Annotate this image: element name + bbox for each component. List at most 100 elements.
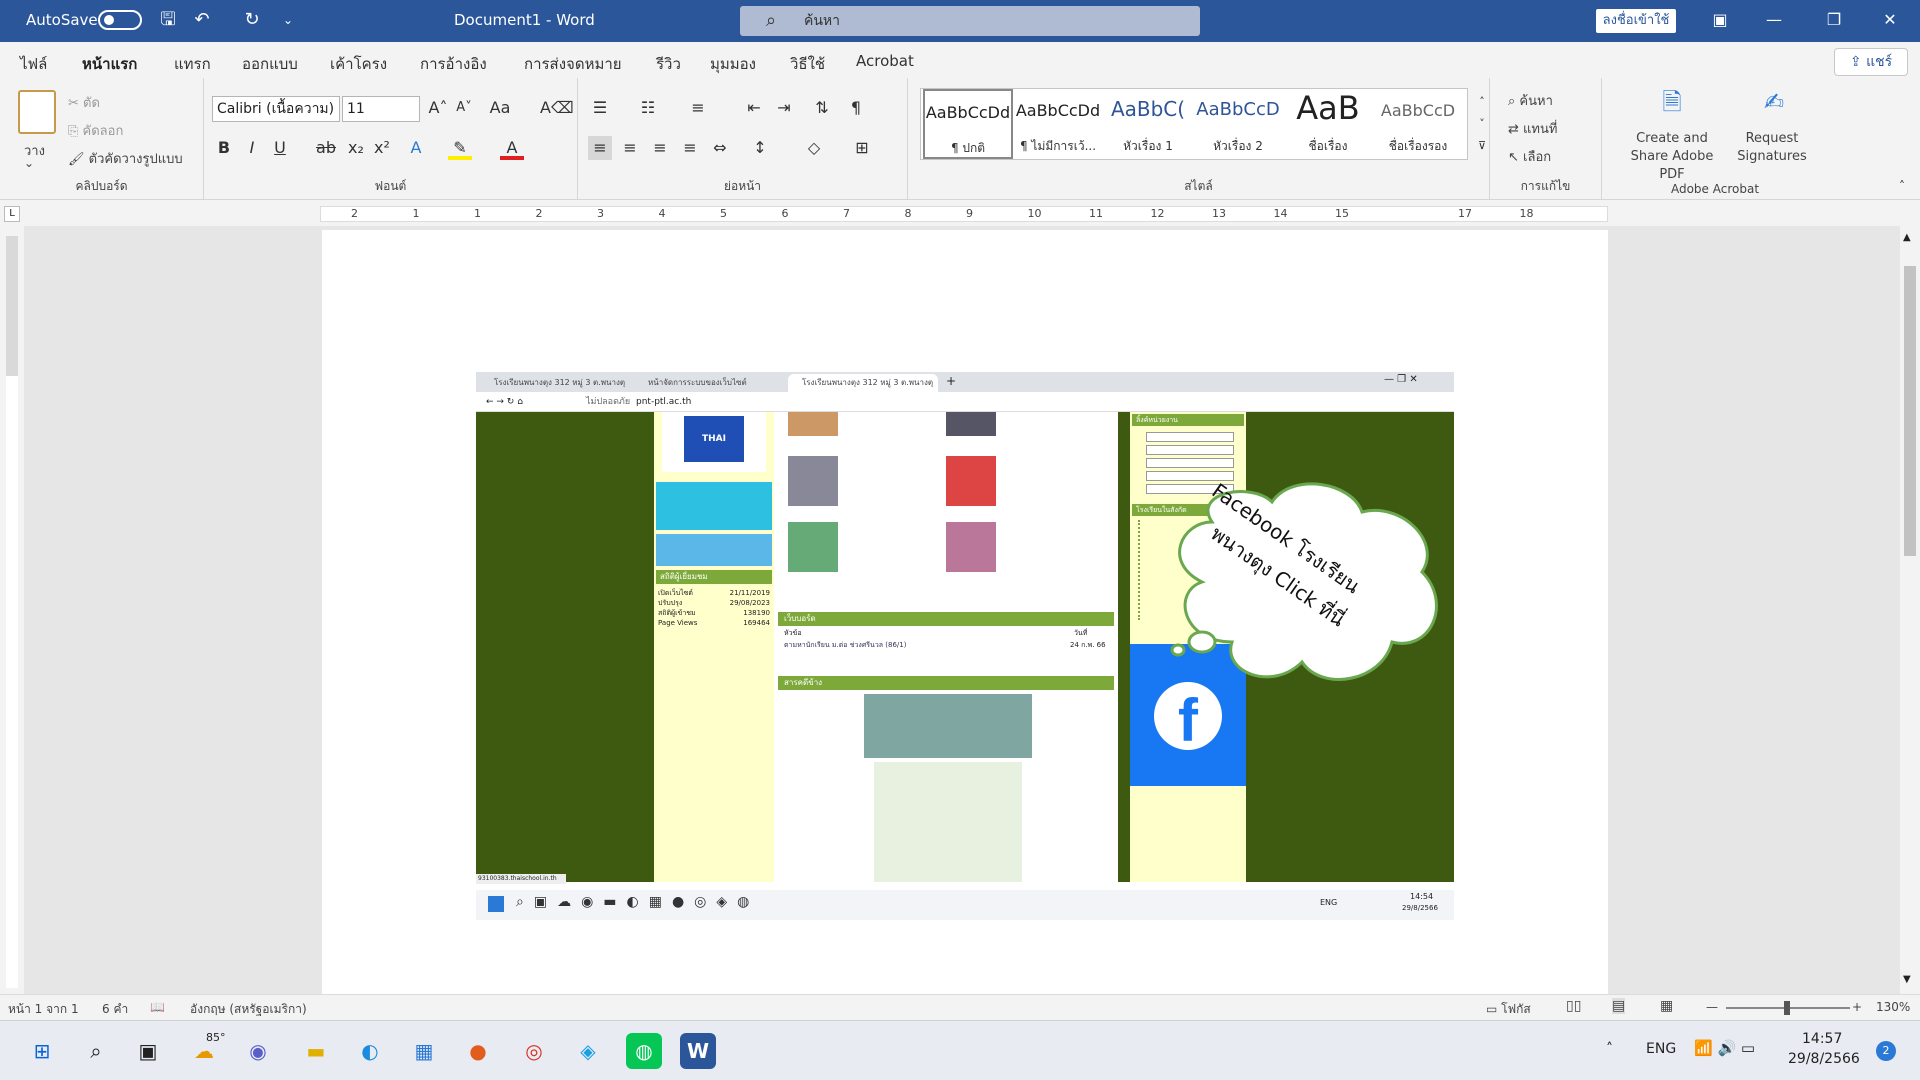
web-layout-icon[interactable]: ▦ (1660, 998, 1673, 1014)
browser-window-controls[interactable]: — ❐ ✕ (1384, 374, 1418, 385)
show-marks-icon[interactable]: ¶ (844, 96, 868, 120)
style-heading-2[interactable]: AaBbCcD หัวเรื่อง 2 (1193, 89, 1283, 159)
tab-design[interactable]: ออกแบบ (242, 52, 298, 76)
tab-home[interactable]: หน้าแรก (82, 52, 138, 84)
shading-icon[interactable]: ◇ (802, 136, 826, 160)
browser-nav-icons[interactable]: ← → ↻ ⌂ (486, 392, 523, 412)
page-count[interactable]: หน้า 1 จาก 1 (8, 1000, 79, 1019)
tab-help[interactable]: วิธีใช้ (790, 52, 825, 76)
focus-button[interactable]: ▭ โฟกัส (1486, 1000, 1531, 1019)
news-thumb[interactable] (946, 522, 996, 572)
word-icon[interactable]: W (680, 1033, 716, 1069)
news-poster[interactable] (864, 694, 1032, 758)
paste-dropdown-icon[interactable]: ⌄ (24, 156, 34, 170)
autosave-toggle[interactable] (98, 10, 142, 30)
print-layout-icon[interactable]: ▤ (1612, 998, 1626, 1014)
find-button[interactable]: ⌕ ค้นหา (1508, 90, 1553, 111)
language-indicator[interactable]: อังกฤษ (สหรัฐอเมริกา) (190, 1000, 307, 1019)
minimize-icon[interactable]: — (1760, 8, 1788, 32)
zoom-in-icon[interactable]: + (1852, 1000, 1862, 1014)
tab-mailings[interactable]: การส่งจดหมาย (524, 52, 622, 76)
signin-button[interactable]: ลงชื่อเข้าใช้ (1596, 9, 1676, 33)
tab-layout[interactable]: เค้าโครง (330, 52, 387, 76)
banner-image[interactable] (656, 482, 772, 530)
banner-image[interactable] (656, 534, 772, 566)
restore-icon[interactable]: ❐ (1820, 8, 1848, 32)
align-left-icon[interactable]: ≡ (588, 136, 612, 160)
sort-icon[interactable]: ⇅ (810, 96, 834, 120)
news-poster-photos[interactable] (874, 762, 1022, 882)
align-right-icon[interactable]: ≡ (648, 136, 672, 160)
redo-icon[interactable]: ↻ (240, 8, 264, 32)
superscript-icon[interactable]: x² (370, 136, 394, 160)
grow-font-icon[interactable]: A˄ (426, 96, 450, 120)
style-subtitle[interactable]: AaBbCcD ชื่อเรื่องรอง (1373, 89, 1463, 159)
embedded-screenshot[interactable]: โรงเรียนพนางตุง 312 หมู่ 3 ต.พนางตุ หน้า… (476, 372, 1454, 920)
clock-date[interactable]: 29/8/2566 (1788, 1051, 1860, 1067)
request-signatures-button[interactable]: Request Signatures (1732, 130, 1812, 166)
style-normal[interactable]: AaBbCcDd ¶ ปกติ (923, 89, 1013, 159)
style-no-spacing[interactable]: AaBbCcDd ¶ ไม่มีการเว้... (1013, 89, 1103, 159)
browser-tab[interactable]: โรงเรียนพนางตุง 312 หมู่ 3 ต.พนางตุ (480, 374, 630, 392)
webboard-row[interactable]: ตามหานักเรียน ม.ต่อ ช่วงศรีนวล (86/1) (784, 640, 906, 651)
bullets-icon[interactable]: ☰ (588, 96, 612, 120)
news-thumb[interactable] (788, 412, 838, 436)
font-name-combo[interactable]: Calibri (เนื้อความ) (212, 96, 340, 122)
horizontal-ruler[interactable]: L 2 1 1 2 3 4 5 6 7 8 9 10 11 12 13 14 15 17 18 (0, 202, 1920, 226)
numbering-icon[interactable]: ☷ (636, 96, 660, 120)
cut-button[interactable]: ✂ ตัด (68, 92, 100, 113)
line-spacing-icon[interactable]: ↕ (748, 136, 772, 160)
news-thumb[interactable] (946, 456, 996, 506)
file-explorer-icon[interactable]: ▬ (298, 1033, 334, 1069)
ruler-bar[interactable]: 2 1 1 2 3 4 5 6 7 8 9 10 11 12 13 14 15 17 18 (320, 206, 1608, 222)
subscript-icon[interactable]: x₂ (344, 136, 368, 160)
tray-chevron-icon[interactable]: ˄ (1606, 1041, 1613, 1057)
tab-references[interactable]: การอ้างอิง (420, 52, 487, 76)
strikethrough-icon[interactable]: ab (314, 136, 338, 160)
browser-tab-active[interactable]: โรงเรียนพนางตุง 312 หมู่ 3 ต.พนางตุ (788, 374, 938, 392)
font-color-icon[interactable]: A (500, 136, 524, 160)
chat-icon[interactable]: ◉ (240, 1033, 276, 1069)
underline-icon[interactable]: U (268, 136, 292, 160)
justify-icon[interactable]: ≡ (678, 136, 702, 160)
news-thumb[interactable] (788, 456, 838, 506)
zoom-out-icon[interactable]: — (1706, 1000, 1718, 1014)
bold-icon[interactable]: B (212, 136, 236, 160)
notification-badge[interactable]: 2 (1876, 1041, 1896, 1061)
copy-button[interactable]: ⎘ คัดลอก (68, 120, 123, 141)
tab-view[interactable]: มุมมอง (710, 52, 756, 76)
increase-indent-icon[interactable]: ⇥ (772, 96, 796, 120)
edge-icon[interactable]: ◐ (352, 1033, 388, 1069)
scroll-thumb[interactable] (1904, 266, 1916, 556)
chrome-icon[interactable]: ◎ (516, 1033, 552, 1069)
proofing-icon[interactable]: 📖 (150, 1000, 165, 1014)
url-text[interactable]: pnt-ptl.ac.th (636, 392, 691, 412)
text-effects-icon[interactable]: A (404, 136, 428, 160)
close-icon[interactable]: ✕ (1876, 8, 1904, 32)
word-count[interactable]: 6 คำ (102, 1000, 128, 1019)
scroll-up-icon[interactable]: ▲ (1903, 232, 1911, 243)
shrink-font-icon[interactable]: A˅ (452, 96, 476, 120)
vertical-ruler[interactable] (0, 226, 24, 994)
tab-file[interactable]: ไฟล์ (20, 52, 47, 76)
multilevel-list-icon[interactable]: ≡ (686, 96, 710, 120)
browser-tab[interactable]: หน้าจัดการระบบของเว็บไซต์ (634, 374, 784, 392)
tray-status-icons[interactable]: 📶 🔊 ▭ (1694, 1039, 1755, 1057)
clear-formatting-icon[interactable]: A⌫ (540, 96, 574, 120)
tray-lang[interactable]: ENG (1646, 1041, 1676, 1057)
zoom-level[interactable]: 130% (1876, 1000, 1910, 1014)
style-title[interactable]: AaB ชื่อเรื่อง (1283, 89, 1373, 159)
collapse-ribbon-icon[interactable]: ˄ (1890, 174, 1914, 198)
customize-toolbar-icon[interactable]: ⌄ (276, 8, 300, 32)
highlight-icon[interactable]: ✎ (448, 136, 472, 160)
line-icon[interactable]: ◍ (626, 1033, 662, 1069)
distributed-icon[interactable]: ⇔ (708, 136, 732, 160)
thought-bubble[interactable]: Facebook โรงเรียน พนางตุง Click ที่นี่ (1152, 472, 1454, 712)
decrease-indent-icon[interactable]: ⇤ (742, 96, 766, 120)
save-icon[interactable]: 🖫 (156, 8, 180, 32)
align-center-icon[interactable]: ≡ (618, 136, 642, 160)
change-case-icon[interactable]: Aa (488, 96, 512, 120)
select-button[interactable]: ↖ เลือก (1508, 146, 1551, 167)
share-button[interactable]: ⇪ แชร์ (1834, 48, 1908, 76)
zoom-slider-thumb[interactable] (1784, 1001, 1790, 1015)
